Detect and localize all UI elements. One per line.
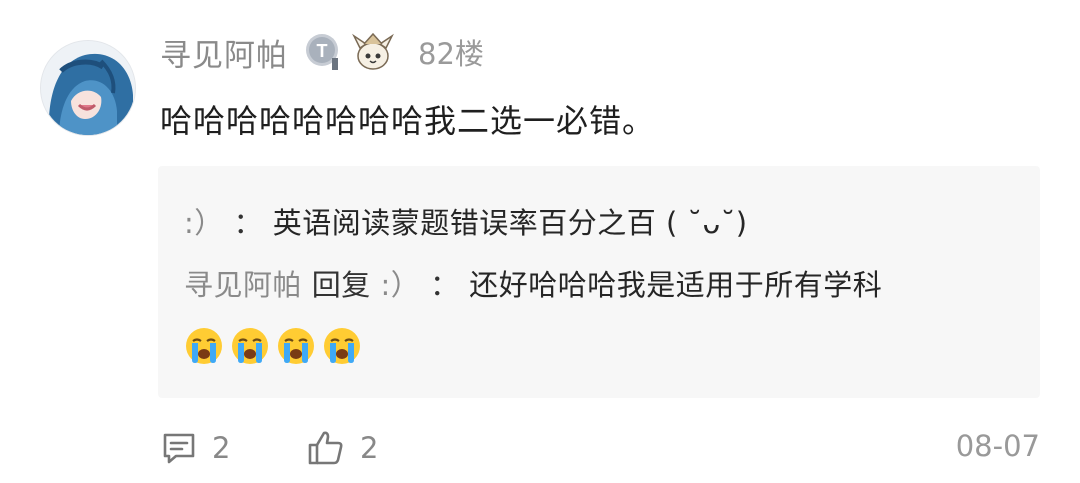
comment-header: 寻见阿帕 T 82楼 <box>160 28 484 76</box>
crying-face-icon <box>186 328 222 364</box>
thumbs-up-icon <box>308 431 343 465</box>
crying-face-icon <box>232 328 268 364</box>
badge-letter: T <box>317 41 328 61</box>
reply-separator: ： <box>233 206 264 240</box>
comment-count: 2 <box>212 431 231 465</box>
comment-footer: 2 2 08-07 <box>160 425 1040 471</box>
reply-separator: ： <box>429 268 460 302</box>
reply-text: 还好哈哈哈我是适用于所有学科 <box>469 268 883 302</box>
comment-icon <box>163 433 195 464</box>
floor-number: 82楼 <box>418 37 484 71</box>
reply-author[interactable]: 寻见阿帕 <box>184 268 302 302</box>
replies-box[interactable]: :） ： 英语阅读蒙题错误率百分之百 ( ˘ᴗ˘) 寻见阿帕 回复 :） ： 还… <box>158 166 1040 398</box>
like-button[interactable]: 2 <box>306 425 378 471</box>
username[interactable]: 寻见阿帕 <box>160 30 288 75</box>
reply-author[interactable]: :） <box>184 206 224 240</box>
like-count: 2 <box>360 431 379 465</box>
crying-face-icon <box>278 328 314 364</box>
reply-word: 回复 <box>311 268 371 302</box>
level-badge-icon[interactable]: T <box>304 32 344 72</box>
avatar[interactable] <box>40 40 136 136</box>
reply-target[interactable]: :） <box>380 268 420 302</box>
reply-item[interactable]: 寻见阿帕 回复 :） ： 还好哈哈哈我是适用于所有学科 <box>184 262 882 304</box>
reply-item[interactable]: :） ： 英语阅读蒙题错误率百分之百 ( ˘ᴗ˘) <box>184 200 748 242</box>
comment-text: 哈哈哈哈哈哈哈哈我二选一必错。 <box>160 102 656 140</box>
crying-face-icon <box>324 328 360 364</box>
reply-button[interactable]: 2 <box>160 425 230 471</box>
post-date: 08-07 <box>955 429 1040 463</box>
mascot-badge-icon[interactable] <box>350 30 396 74</box>
reply-emoji-row <box>184 326 362 366</box>
avatar-image <box>41 41 135 135</box>
reply-text: 英语阅读蒙题错误率百分之百 ( ˘ᴗ˘) <box>272 206 748 240</box>
